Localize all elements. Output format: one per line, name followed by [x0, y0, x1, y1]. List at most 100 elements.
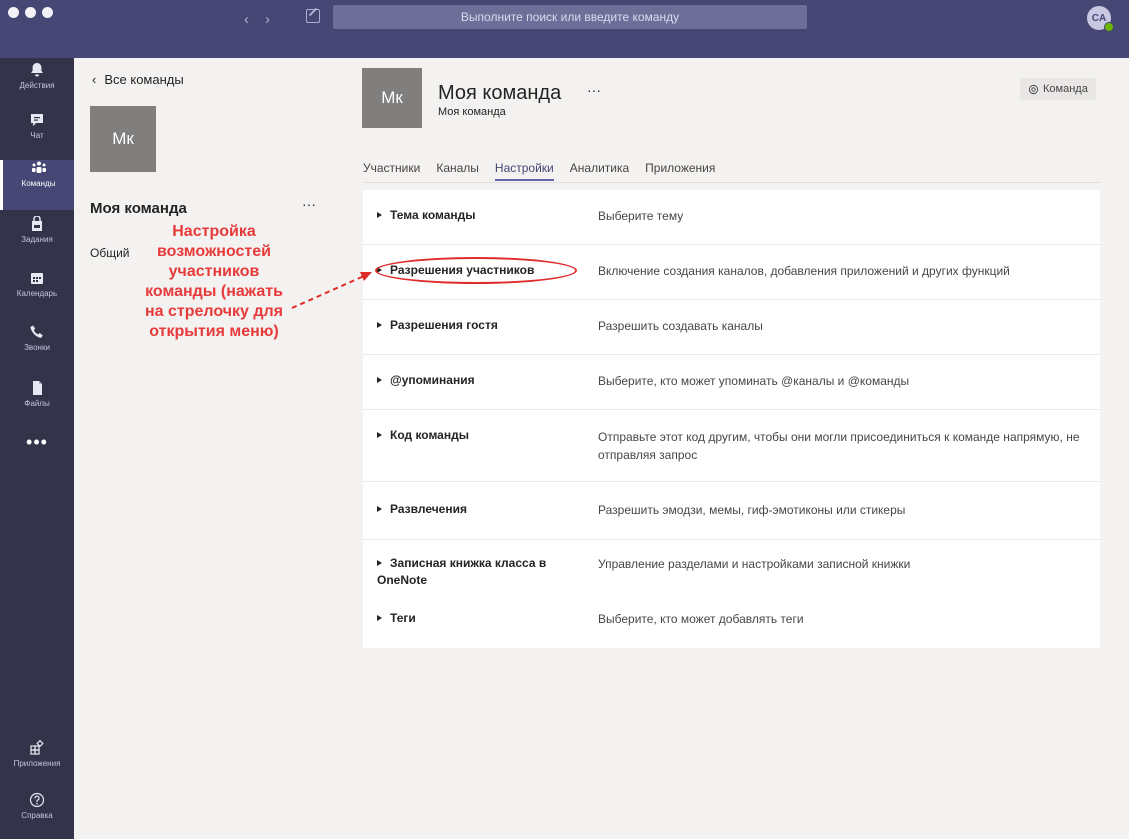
settings-row-toggle[interactable]: @упоминания [377, 372, 475, 389]
settings-row-description: Отправьте этот код другим, чтобы они мог… [598, 430, 1080, 462]
team-visibility-button[interactable]: Команда [1020, 78, 1096, 100]
settings-row-toggle[interactable]: Развлечения [377, 501, 467, 518]
all-teams-link[interactable]: ‹ Все команды [92, 72, 184, 87]
team-tile: Мк [90, 106, 156, 172]
rail-item-label: Файлы [24, 399, 50, 408]
team-header-tile: Мк [362, 68, 422, 128]
tab-apps[interactable]: Приложения [645, 161, 715, 181]
tab-bar: Участники Каналы Настройки Аналитика При… [363, 161, 715, 181]
rail-item-calendar[interactable]: Календарь [0, 270, 74, 320]
settings-row-title: Разрешения гостя [390, 318, 498, 332]
rail-item-calls[interactable]: Звонки [0, 324, 74, 374]
help-icon [29, 792, 45, 808]
annotation-line: на стрелочку для [144, 303, 284, 320]
rail-item-label: Приложения [13, 759, 61, 768]
caret-right-icon [377, 432, 382, 438]
assignments-icon [32, 216, 42, 231]
tab-settings[interactable]: Настройки [494, 161, 554, 181]
rail-item-assignments[interactable]: Задания [0, 216, 74, 266]
rail-item-label: Звонки [24, 343, 50, 352]
highlight-ring [375, 257, 577, 284]
caret-right-icon [377, 506, 382, 512]
settings-row-title: Теги [390, 611, 416, 625]
settings-row-mentions[interactable]: @упоминания Выберите, кто может упоминат… [363, 355, 1100, 410]
settings-row-fun-stuff[interactable]: Развлечения Разрешить эмодзи, мемы, гиф-… [363, 482, 1100, 540]
forward-arrow-icon[interactable]: › [265, 11, 270, 28]
settings-row-class-notebook[interactable]: Записная книжка класса в OneNote Управле… [363, 540, 1100, 598]
settings-row-theme[interactable]: Тема команды Выберите тему [363, 190, 1100, 245]
rail-item-teams[interactable]: Команды [0, 160, 74, 210]
minimize-window-button[interactable] [25, 7, 36, 18]
avatar[interactable]: CA [1087, 6, 1114, 32]
rail-item-label: Команды [21, 179, 56, 188]
rail-item-apps[interactable]: Приложения [0, 740, 74, 790]
team-pane: ‹ Все команды Мк Моя команда ··· Общий [74, 58, 334, 839]
team-more-options-button[interactable]: ··· [302, 196, 316, 212]
tab-divider [363, 182, 1100, 183]
settings-row-title: Тема команды [390, 208, 476, 222]
caret-right-icon [377, 212, 382, 218]
caret-right-icon [377, 322, 382, 328]
chat-icon [31, 114, 43, 126]
settings-row-description: Разрешить эмодзи, мемы, гиф-эмотиконы ил… [598, 503, 906, 517]
team-name: Моя команда [90, 200, 187, 217]
settings-row-tags[interactable]: Теги Выберите, кто может добавлять теги [363, 598, 1100, 648]
rail-item-files[interactable]: Файлы [0, 380, 74, 430]
annotation-callout: Настройка возможностей участников команд… [98, 222, 330, 342]
annotation-line: Настройка [172, 223, 256, 240]
settings-row-description: Выберите, кто может добавлять теги [598, 612, 804, 626]
new-chat-icon[interactable] [306, 9, 320, 23]
settings-row-description: Управление разделами и настройками запис… [598, 557, 911, 571]
page-subtitle: Моя команда [438, 106, 506, 118]
page-title: Моя команда [438, 82, 562, 104]
rail-item-help[interactable]: Справка [0, 792, 74, 839]
settings-row-title: Развлечения [390, 502, 467, 516]
presence-status-icon [1104, 22, 1114, 32]
settings-row-title: Код команды [390, 428, 469, 442]
tab-channels[interactable]: Каналы [436, 161, 479, 181]
annotation-line: участников [168, 263, 260, 280]
history-nav: ‹ › [244, 11, 270, 28]
settings-row-toggle[interactable]: Записная книжка класса в OneNote [377, 555, 597, 589]
more-apps-button[interactable]: ••• [0, 432, 74, 453]
chevron-left-icon: ‹ [92, 72, 97, 87]
search-input[interactable]: Выполните поиск или введите команду [333, 5, 807, 29]
all-teams-label: Все команды [104, 72, 184, 87]
maximize-window-button[interactable] [42, 7, 53, 18]
rail-item-label: Действия [19, 81, 55, 90]
settings-row-toggle[interactable]: Код команды [377, 427, 469, 444]
rail-item-label: Справка [21, 811, 53, 820]
settings-row-description: Разрешить создавать каналы [598, 319, 763, 333]
close-window-button[interactable] [8, 7, 19, 18]
phone-icon [30, 325, 43, 338]
settings-row-description: Включение создания каналов, добавления п… [598, 264, 1010, 278]
tab-analytics[interactable]: Аналитика [570, 161, 629, 181]
header-more-options-button[interactable]: ··· [587, 82, 601, 98]
rail-item-label: Календарь [16, 289, 58, 298]
caret-right-icon [377, 377, 382, 383]
settings-row-team-code[interactable]: Код команды Отправьте этот код другим, ч… [363, 410, 1100, 482]
app-rail: Действия Чат Команды Задания Календарь З… [0, 58, 74, 839]
title-bar: ‹ › Выполните поиск или введите команду … [0, 0, 1129, 58]
team-button-label: Команда [1043, 83, 1088, 95]
tab-members[interactable]: Участники [363, 161, 420, 181]
annotation-line: возможностей [157, 243, 271, 260]
settings-row-guest-permissions[interactable]: Разрешения гостя Разрешить создавать кан… [363, 300, 1100, 355]
annotation-line: команды (нажать [145, 283, 283, 300]
avatar-initials: CA [1091, 12, 1107, 24]
apps-icon [30, 740, 44, 755]
settings-row-toggle[interactable]: Теги [377, 610, 416, 627]
annotation-line: открытия меню) [149, 323, 279, 340]
settings-row-toggle[interactable]: Разрешения гостя [377, 317, 498, 334]
window-controls [8, 7, 53, 18]
settings-row-description: Выберите, кто может упоминать @каналы и … [598, 374, 910, 388]
rail-item-chat[interactable]: Чат [0, 112, 74, 162]
settings-row-title: @упоминания [390, 373, 475, 387]
settings-row-title: Записная книжка класса в OneNote [377, 556, 547, 587]
back-arrow-icon[interactable]: ‹ [244, 11, 249, 28]
caret-right-icon [377, 560, 382, 566]
rail-item-label: Чат [30, 131, 44, 140]
settings-row-toggle[interactable]: Тема команды [377, 207, 476, 224]
rail-item-activity[interactable]: Действия [0, 62, 74, 112]
eye-icon [1028, 84, 1039, 94]
